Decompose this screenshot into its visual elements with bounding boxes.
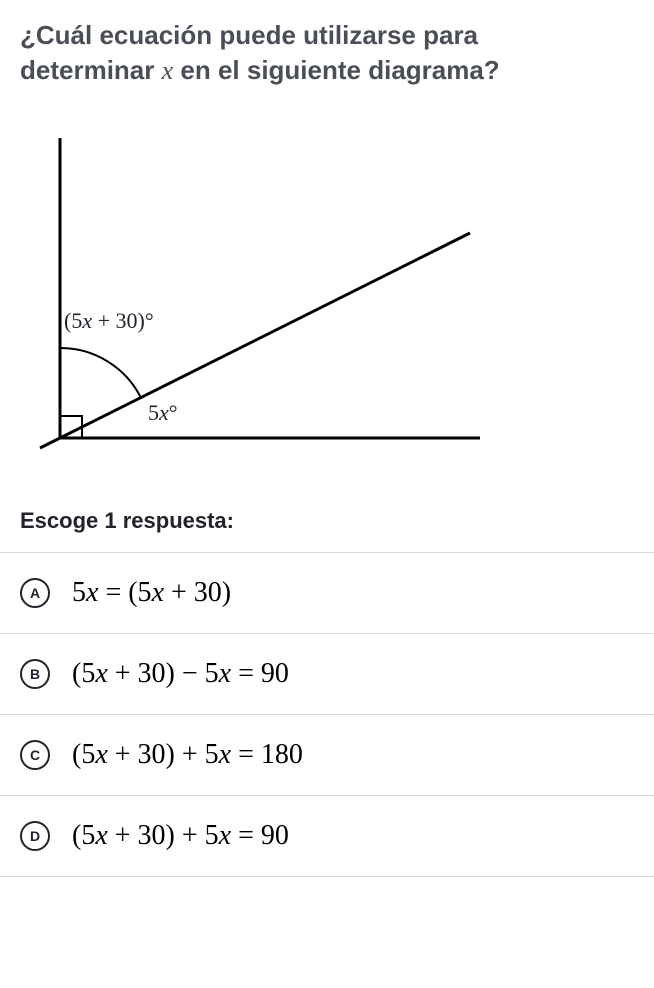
answer-choices: A 5x = (5x + 30) B (5x + 30) − 5x = 90 C… (0, 552, 654, 877)
diagram-svg: (5x + 30)° 5x° (20, 128, 500, 468)
choice-badge-b: B (20, 659, 50, 689)
question-variable: x (162, 56, 174, 85)
label-upper-angle: (5x + 30)° (64, 308, 244, 342)
choice-a[interactable]: A 5x = (5x + 30) (0, 553, 654, 634)
choice-expression-b: (5x + 30) − 5x = 90 (72, 658, 289, 690)
choice-b[interactable]: B (5x + 30) − 5x = 90 (0, 634, 654, 715)
question-text: ¿Cuál ecuación puede utilizarse para det… (20, 18, 634, 88)
choice-badge-a: A (20, 578, 50, 608)
choice-c[interactable]: C (5x + 30) + 5x = 180 (0, 715, 654, 796)
instruction-text: Escoge 1 respuesta: (20, 508, 634, 534)
question-line2-pre: determinar (20, 55, 162, 85)
angle-diagram: (5x + 30)° 5x° (20, 128, 634, 468)
choice-expression-d: (5x + 30) + 5x = 90 (72, 820, 289, 852)
question-line2-post: en el siguiente diagrama? (173, 55, 500, 85)
choice-expression-c: (5x + 30) + 5x = 180 (72, 739, 303, 771)
choice-expression-a: 5x = (5x + 30) (72, 577, 231, 609)
label-lower-angle: 5x° (148, 400, 238, 434)
choice-badge-c: C (20, 740, 50, 770)
question-line1: ¿Cuál ecuación puede utilizarse para (20, 20, 478, 50)
choice-badge-d: D (20, 821, 50, 851)
arc-upper-angle (60, 348, 141, 398)
choice-d[interactable]: D (5x + 30) + 5x = 90 (0, 796, 654, 877)
